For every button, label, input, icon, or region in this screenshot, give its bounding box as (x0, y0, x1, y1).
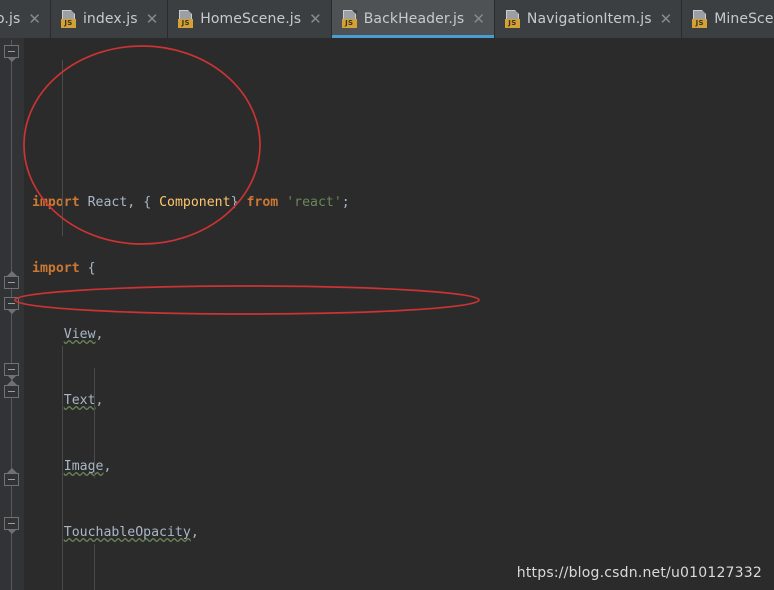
close-icon[interactable]: ✕ (658, 11, 673, 27)
code-editor[interactable]: import React, { Component} from 'react';… (0, 38, 774, 590)
code-line: Image, (63, 459, 112, 474)
js-badge: JS (341, 19, 357, 28)
editor-tab-backheader-js[interactable]: JS BackHeader.js ✕ (331, 0, 495, 38)
fold-marker-block-end[interactable] (4, 468, 19, 486)
close-icon[interactable]: ✕ (470, 11, 485, 27)
close-icon[interactable]: ✕ (144, 11, 159, 27)
ide-window: o.js ✕ JS index.js ✕ JS HomeScene.js ✕ J… (0, 0, 774, 590)
fold-marker-backbtnfunc[interactable] (4, 517, 19, 534)
js-badge: JS (178, 19, 194, 28)
tab-label: HomeScene.js (200, 11, 302, 27)
editor-tab-minescene-js[interactable]: JS MineScene.js ✕ (682, 0, 774, 38)
editor-tab-navigationitem-js[interactable]: JS NavigationItem.js ✕ (494, 0, 683, 38)
editor-tab-homescene-js[interactable]: JS HomeScene.js ✕ (168, 0, 332, 38)
js-badge: JS (60, 19, 76, 28)
code-line: View, (63, 327, 104, 342)
js-file-icon: JS (341, 10, 358, 28)
fold-marker-stylesheet-import[interactable] (4, 271, 19, 289)
indent-guide (62, 346, 63, 590)
js-file-icon: JS (60, 10, 77, 28)
code-line: Text, (63, 393, 104, 408)
tab-label: o.js (0, 11, 21, 27)
code-line: TouchableOpacity, (63, 525, 199, 540)
editor-tab-0[interactable]: o.js ✕ (0, 0, 51, 38)
indent-guide (94, 544, 95, 590)
gutter-rail (11, 40, 12, 590)
js-badge: JS (504, 19, 520, 28)
fold-marker-class[interactable] (4, 297, 19, 314)
tab-label: BackHeader.js (363, 11, 465, 27)
js-badge: JS (692, 19, 708, 28)
editor-gutter[interactable] (0, 38, 24, 590)
editor-tab-index-js[interactable]: JS index.js ✕ (50, 0, 169, 38)
watermark: https://blog.csdn.net/u010127332 (516, 565, 762, 581)
fold-marker-props-end[interactable] (4, 380, 19, 398)
fold-marker-defaultprops[interactable] (4, 363, 19, 380)
tab-label: MineScene.js (714, 11, 774, 27)
close-icon[interactable]: ✕ (307, 11, 322, 27)
editor-tab-bar: o.js ✕ JS index.js ✕ JS HomeScene.js ✕ J… (0, 0, 774, 38)
code-content[interactable]: import React, { Component} from 'react';… (24, 38, 774, 590)
fold-marker-import-block[interactable] (4, 45, 19, 62)
tab-label: NavigationItem.js (526, 11, 652, 27)
js-file-icon: JS (692, 10, 708, 28)
code-line: import { (32, 261, 96, 276)
indent-guide (94, 368, 95, 478)
js-file-icon: JS (178, 10, 194, 28)
js-file-icon: JS (504, 10, 521, 28)
close-icon[interactable]: ✕ (26, 11, 41, 27)
code-line: import React, { Component} from 'react'; (32, 195, 350, 210)
indent-guide (62, 60, 63, 236)
tab-label: index.js (82, 11, 138, 27)
